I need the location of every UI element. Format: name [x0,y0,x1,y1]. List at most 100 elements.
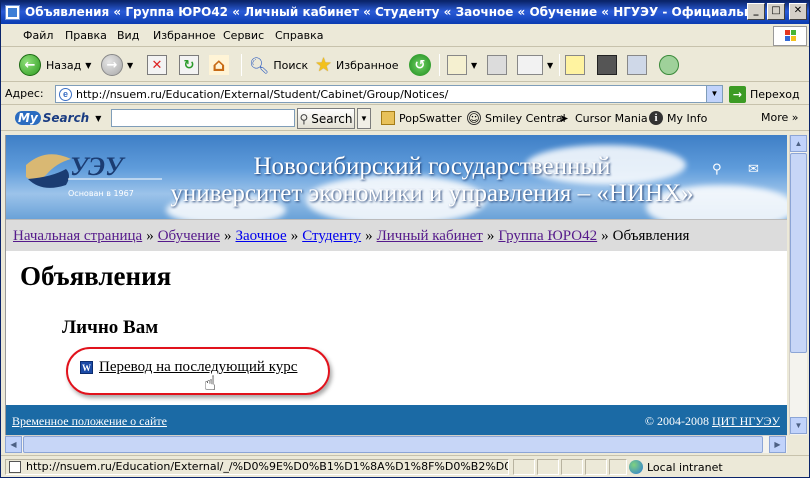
menu-tools[interactable]: Сервис [223,29,264,42]
print-icon [487,55,507,75]
stop-button[interactable]: ✕ [147,53,167,77]
footer-site-policy-link[interactable]: Временное положение о сайте [12,414,167,429]
mysearch-logo[interactable]: My Search ▼ [15,108,107,128]
breadcrumb-external[interactable]: Заочное [236,228,287,244]
my-info-button[interactable]: i My Info [649,111,707,125]
chevron-down-icon[interactable]: ▼ [471,61,477,70]
history-icon: ↺ [409,54,431,76]
svg-text:УЭУ: УЭУ [70,152,126,181]
ie-app-icon [5,5,20,20]
address-label: Адрес: [5,87,44,100]
edit-button[interactable]: ▼ [517,53,553,77]
security-zone[interactable]: Local intranet [629,459,723,475]
research-button[interactable] [627,53,647,77]
breadcrumb-separator: » [486,228,495,244]
refresh-button[interactable]: ↻ [179,53,199,77]
chevron-down-icon[interactable]: ▼ [357,108,371,129]
address-bar: Адрес: e http://nsuem.ru/Education/Exter… [1,83,809,105]
mysearch-logo-search: Search [42,111,90,125]
title-bar: Объявления « Группа ЮРО42 « Личный кабин… [1,1,809,24]
site-footer: Временное положение о сайте © 2004-2008 … [6,405,787,435]
more-button[interactable]: More » [761,111,799,124]
chevron-down-icon[interactable]: ▼ [85,61,91,70]
word-document-icon: W [80,361,93,374]
back-button[interactable]: ← Назад ▼ [19,53,91,77]
note-button[interactable] [565,53,585,77]
mysearch-search-label: Search [311,111,353,126]
hand-cursor-icon: ☝ [204,373,217,395]
horizontal-scroll-thumb[interactable] [23,436,763,453]
horizontal-scrollbar[interactable]: ◀ ▶ [5,435,787,453]
home-button[interactable]: ⌂ [209,53,229,77]
breadcrumb-education[interactable]: Обучение [158,228,220,244]
menu-favorites[interactable]: Избранное [153,29,215,42]
breadcrumb-current: Объявления [612,228,690,244]
university-logo[interactable]: УЭУ Основан в 1967 [16,145,166,205]
k-button[interactable] [597,53,617,77]
mysearch-input[interactable] [111,109,295,127]
history-button[interactable]: ↺ [409,53,431,77]
menu-file[interactable]: Файл [23,29,53,42]
page-title: Объявления [20,261,172,291]
vertical-scrollbar[interactable]: ▲ ▼ [789,135,807,435]
toolbar-separator [559,54,560,76]
breadcrumb-home[interactable]: Начальная страница [13,228,142,244]
mysearch-logo-my: My [15,111,41,125]
address-url[interactable]: http://nsuem.ru/Education/External/Stude… [76,88,448,101]
mysearch-search-button[interactable]: ⚲ Search [297,108,355,129]
scrollbar-corner [789,435,807,453]
section-title: Лично Вам [62,317,159,338]
document-link[interactable]: Перевод на последующий курс [99,359,297,376]
page-viewport: УЭУ Основан в 1967 Новосибирский государ… [5,135,787,435]
chevron-down-icon[interactable]: ▼ [547,61,553,70]
status-cell [585,459,607,475]
smiley-central-button[interactable]: ☺ Smiley Central [467,111,566,125]
menu-help[interactable]: Справка [275,29,323,42]
chevron-down-icon[interactable]: ▼ [95,114,101,123]
forward-button[interactable]: → ▼ [101,53,133,77]
print-button[interactable] [487,53,507,77]
scroll-left-icon[interactable]: ◀ [5,436,22,453]
browser-window: Объявления « Группа ЮРО42 « Личный кабин… [0,0,810,478]
mail-button[interactable]: ▼ [447,53,477,77]
mysearch-toolbar: My Search ▼ ⚲ Search ▼ PopSwatter ☺ Smil… [1,105,809,131]
go-button[interactable]: → Переход [729,85,800,103]
breadcrumb-student[interactable]: Студенту [302,228,361,244]
cursor-icon: ➤ [559,111,569,125]
breadcrumb-cabinet[interactable]: Личный кабинет [377,228,483,244]
scroll-right-icon[interactable]: ▶ [769,436,786,453]
popswatter-icon [381,111,395,125]
chevron-down-icon[interactable]: ▼ [706,86,722,102]
search-label: Поиск [273,58,309,72]
popswatter-button[interactable]: PopSwatter [381,111,462,125]
breadcrumb-separator: » [224,228,232,244]
menu-bar: Файл Правка Вид Избранное Сервис Справка [1,25,809,47]
menu-view[interactable]: Вид [117,29,139,42]
stop-icon: ✕ [147,55,167,75]
close-button[interactable]: ✕ [789,3,807,20]
scroll-down-icon[interactable]: ▼ [790,417,807,434]
ie-page-icon: e [59,88,72,101]
search-icon[interactable]: ⚲ [712,161,722,177]
favorites-button[interactable]: ★ Избранное [315,53,399,77]
page-icon [9,461,21,473]
search-button[interactable]: 🔍︎ Поиск [249,53,308,77]
university-name-line1: Новосибирский государственный [253,153,611,180]
search-icon: 🔍︎ [249,55,270,75]
vertical-scroll-thumb[interactable] [790,153,807,353]
mail-icon[interactable]: ✉ [748,161,759,177]
chevron-down-icon[interactable]: ▼ [127,61,133,70]
address-field[interactable]: e http://nsuem.ru/Education/External/Stu… [55,85,723,103]
cursor-mania-label: Cursor Mania [575,111,648,125]
maximize-button[interactable]: □ [767,3,785,20]
breadcrumb-group[interactable]: Группа ЮРО42 [498,228,597,244]
messenger-button[interactable] [659,53,679,77]
minimize-button[interactable]: _ [747,3,765,20]
forward-arrow-icon: → [101,54,123,76]
scroll-up-icon[interactable]: ▲ [790,135,807,152]
research-icon [627,55,647,75]
cursor-mania-button[interactable]: ➤ Cursor Mania [557,111,648,125]
menu-edit[interactable]: Правка [65,29,107,42]
mail-icon [447,55,467,75]
footer-cit-link[interactable]: ЦИТ НГУЭУ [712,414,780,428]
